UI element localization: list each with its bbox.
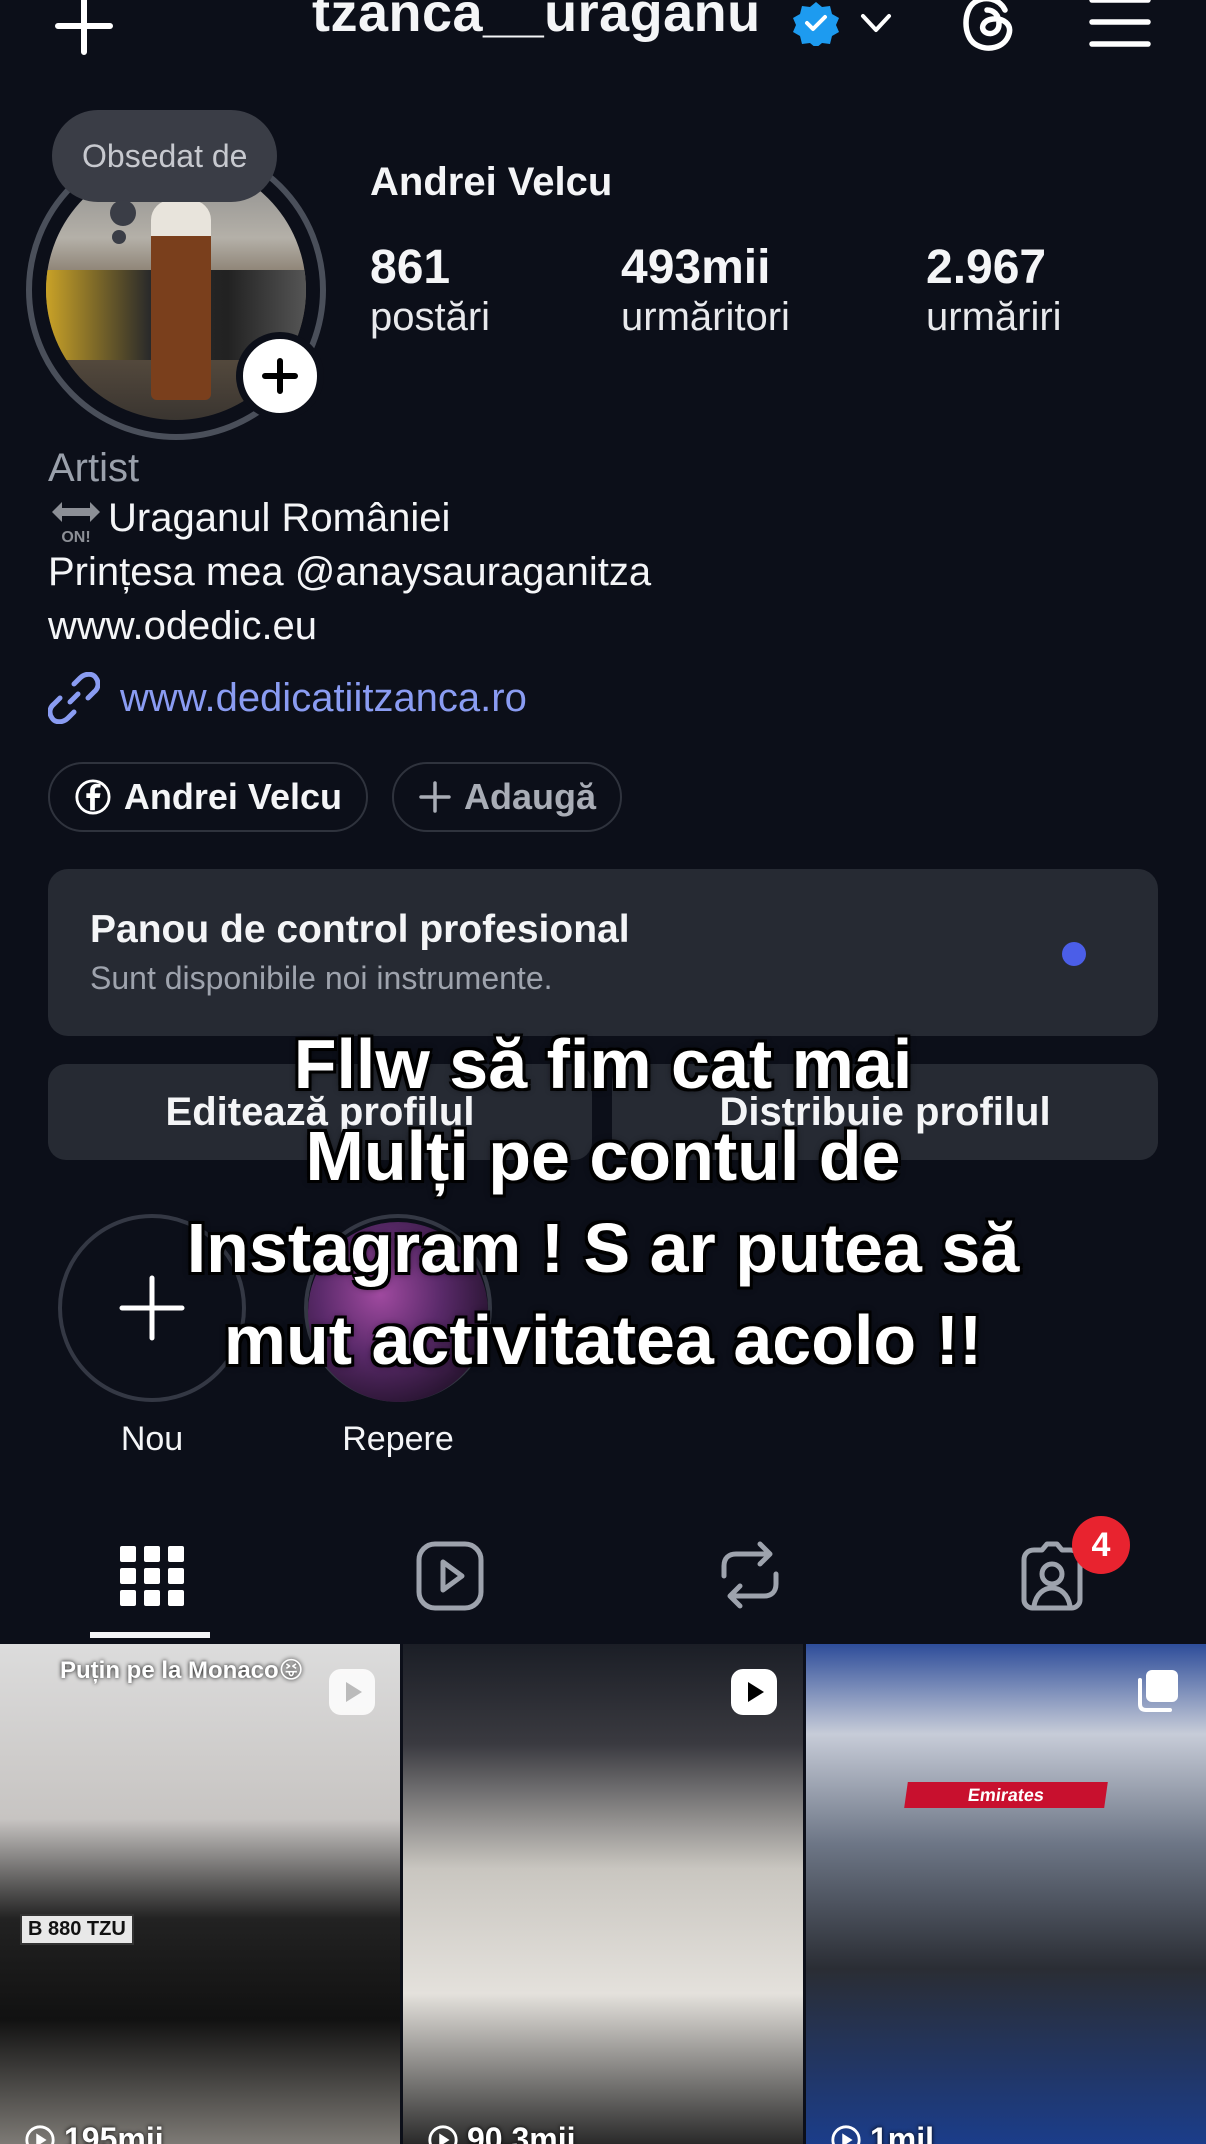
profile-category: Artist	[48, 446, 140, 490]
view-count-value: 195mii	[64, 2121, 164, 2144]
create-plus-icon[interactable]	[52, 0, 116, 58]
menu-hamburger-icon[interactable]	[1088, 0, 1152, 52]
stat-following[interactable]: 2.967 urmăriri	[926, 240, 1062, 340]
on-arrow-emoji-icon: ON!	[48, 494, 104, 546]
add-chip-label: Adaugă	[463, 776, 596, 817]
stat-posts-label: postări	[370, 295, 491, 339]
plus-icon	[419, 781, 451, 813]
view-count: 90,3mii	[427, 2121, 576, 2144]
view-count-value: 90,3mii	[467, 2121, 576, 2144]
stat-following-label: urmăriri	[926, 295, 1062, 339]
post-thumbnail[interactable]: Puțin pe la Monaco😝 B 880 TZU 195mii	[0, 1644, 400, 2144]
active-tab-indicator	[90, 1632, 210, 1638]
link-icon	[48, 672, 100, 724]
carousel-icon	[1138, 1670, 1178, 1712]
stat-followers-label: urmăritori	[621, 295, 790, 339]
highlight-label-new: Nou	[120, 1420, 184, 1458]
dashboard-subtitle: Sunt disponibile noi instrumente.	[90, 960, 553, 996]
professional-dashboard[interactable]	[48, 869, 1158, 1036]
verified-badge-icon	[793, 0, 839, 46]
chevron-down-icon[interactable]	[858, 8, 894, 38]
reel-icon	[731, 1669, 777, 1715]
grid-tab-icon[interactable]	[118, 1536, 186, 1614]
caption-line-3: Instagram ! S ar putea să	[186, 1209, 1020, 1287]
add-chip[interactable]: Adaugă	[392, 762, 622, 832]
bio-line-1: Uraganul României	[108, 496, 451, 540]
tagged-count-badge: 4	[1072, 1516, 1130, 1574]
facebook-chip[interactable]: Andrei Velcu	[48, 762, 368, 832]
stat-posts-value: 861	[370, 241, 451, 294]
play-count-icon	[428, 2124, 458, 2144]
caption-line-1: Fllw să fim cat mai	[293, 1025, 913, 1103]
account-username[interactable]: tzanca__uraganu	[312, 0, 761, 44]
caption-line-4: mut activitatea acolo !!	[223, 1301, 983, 1379]
view-count-value: 1mil	[870, 2121, 935, 2144]
note-bubble-tail	[110, 200, 136, 226]
reel-icon	[329, 1669, 375, 1715]
stat-following-value: 2.967	[926, 241, 1047, 294]
stat-followers-value: 493mii	[621, 241, 771, 294]
stat-followers[interactable]: 493mii urmăritori	[621, 240, 790, 340]
note-bubble-tail-small	[112, 230, 126, 244]
facebook-chip-label: Andrei Velcu	[123, 776, 342, 817]
view-count: 195mii	[24, 2121, 164, 2144]
add-story-button[interactable]	[236, 332, 324, 420]
post-thumbnail[interactable]: Emirates 1mil	[806, 1644, 1206, 2144]
stat-posts[interactable]: 861 postări	[370, 240, 490, 340]
overlay-caption: Fllw să fim cat mai Mulți pe contul de I…	[100, 1018, 1106, 1386]
play-count-icon	[25, 2124, 55, 2144]
emirates-banner: Emirates	[904, 1782, 1108, 1808]
threads-icon[interactable]	[955, 0, 1021, 58]
highlight-label-repere: Repere	[342, 1420, 454, 1458]
play-count-icon	[831, 2124, 861, 2144]
reposts-tab-icon[interactable]	[716, 1536, 784, 1614]
reels-tab-icon[interactable]	[416, 1536, 484, 1614]
note-bubble[interactable]: Obsedat de	[52, 110, 278, 202]
dashboard-title: Panou de control profesional	[90, 908, 630, 951]
on-emoji-label: ON!	[61, 529, 90, 546]
post-title: Puțin pe la Monaco😝	[60, 1657, 304, 1684]
license-plate: B 880 TZU	[20, 1914, 134, 1945]
notification-dot	[1062, 942, 1086, 966]
bio-line-3[interactable]: www.odedic.eu	[48, 604, 317, 649]
bio-line-2[interactable]: Prințesa mea @anaysauraganitza	[48, 550, 651, 595]
view-count: 1mil	[830, 2121, 934, 2144]
profile-display-name: Andrei Velcu	[370, 160, 613, 204]
facebook-icon	[75, 779, 111, 815]
profile-link[interactable]: www.dedicatiitzanca.ro	[120, 676, 527, 721]
caption-line-2: Mulți pe contul de	[305, 1117, 901, 1195]
post-thumbnail[interactable]: 90,3mii	[403, 1644, 803, 2144]
